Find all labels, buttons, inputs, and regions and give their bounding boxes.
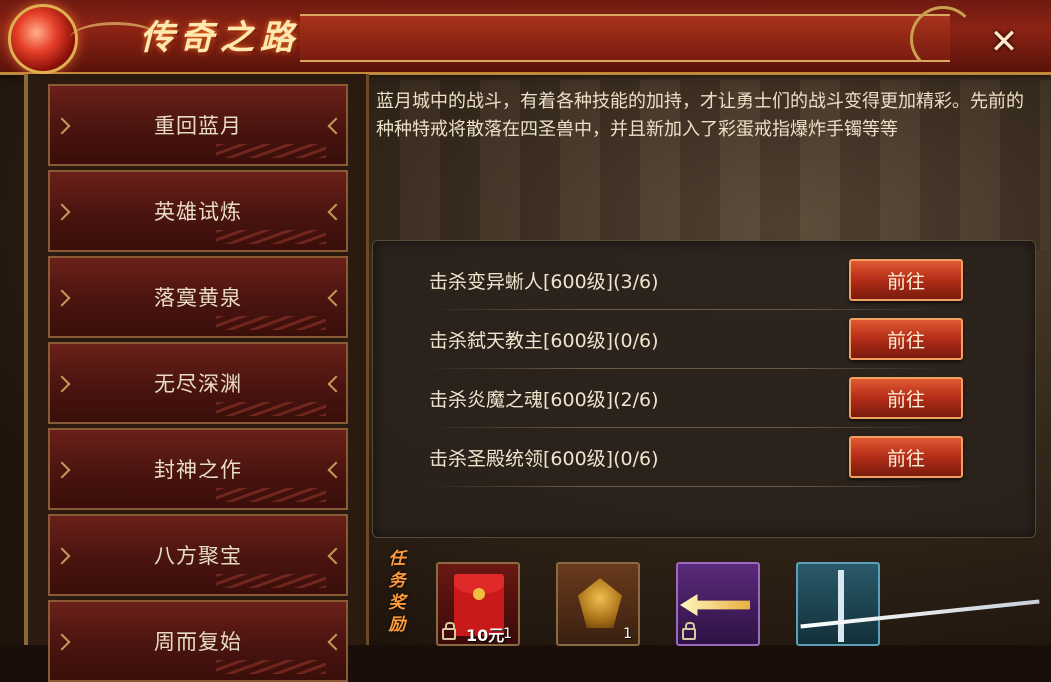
- lock-icon: [442, 622, 456, 640]
- go-button[interactable]: 前往: [849, 318, 963, 360]
- menu-item-label: 重回蓝月: [154, 114, 242, 138]
- task-row: 击杀炎魔之魂[600级](2/6) 前往: [373, 373, 1035, 431]
- divider: [423, 427, 943, 428]
- menu-item-label: 无尽深渊: [154, 372, 242, 396]
- reward-slot-staff[interactable]: [796, 562, 880, 646]
- reward-amount: 10元: [466, 626, 505, 645]
- menu-item-label: 封神之作: [154, 458, 242, 482]
- scroll-ornament-icon: [910, 6, 976, 72]
- reward-count: 1: [623, 626, 632, 642]
- quest-description: 蓝月城中的战斗，有着各种技能的加持，才让勇士们的战斗变得更加精彩。先前的种种特戒…: [376, 91, 1024, 140]
- title-bar: 传奇之路 ✕: [0, 0, 1051, 75]
- task-label: 击杀弑天教主[600级](0/6): [429, 330, 659, 352]
- reward-slot-golden-arrow[interactable]: [676, 562, 760, 646]
- menu-item-zhouer-fushi[interactable]: 周而复始: [48, 600, 348, 682]
- staff-icon: [838, 570, 844, 642]
- menu-item-luomo-huangquan[interactable]: 落寞黄泉: [48, 256, 348, 338]
- window-title: 传奇之路: [140, 18, 300, 58]
- reward-slot-golden-beast[interactable]: 1: [556, 562, 640, 646]
- title-band: [300, 14, 950, 62]
- task-label: 击杀圣殿统领[600级](0/6): [429, 448, 659, 470]
- task-panel: 击杀变异蜥人[600级](3/6) 前往 击杀弑天教主[600级](0/6) 前…: [372, 240, 1036, 538]
- menu-item-yingxiong-shilian[interactable]: 英雄试炼: [48, 170, 348, 252]
- menu-item-chonghui-lanyue[interactable]: 重回蓝月: [48, 84, 348, 166]
- divider: [423, 309, 943, 310]
- menu-item-label: 八方聚宝: [154, 544, 242, 568]
- golden-arrow-icon: [680, 594, 750, 616]
- go-button[interactable]: 前往: [849, 436, 963, 478]
- dragon-emblem-icon: [8, 4, 78, 74]
- go-button[interactable]: 前往: [849, 259, 963, 301]
- menu-item-label: 周而复始: [154, 630, 242, 654]
- menu-item-bafang-jubao[interactable]: 八方聚宝: [48, 514, 348, 596]
- task-label: 击杀炎魔之魂[600级](2/6): [429, 389, 659, 411]
- go-button[interactable]: 前往: [849, 377, 963, 419]
- task-row: 击杀变异蜥人[600级](3/6) 前往: [373, 255, 1035, 313]
- task-row: 击杀弑天教主[600级](0/6) 前往: [373, 314, 1035, 372]
- divider: [423, 486, 943, 487]
- close-button[interactable]: ✕: [980, 20, 1028, 64]
- menu-item-label: 落寞黄泉: [154, 286, 242, 310]
- task-row: 击杀圣殿统领[600级](0/6) 前往: [373, 432, 1035, 490]
- golden-beast-icon: [578, 578, 622, 628]
- reward-slot-red-envelope[interactable]: 10元 1: [436, 562, 520, 646]
- reward-label: 任务奖励: [388, 549, 406, 635]
- menu-item-label: 英雄试炼: [154, 200, 242, 224]
- task-label: 击杀变异蜥人[600级](3/6): [429, 271, 659, 293]
- menu-item-fengshen-zhizuo[interactable]: 封神之作: [48, 428, 348, 510]
- divider: [423, 368, 943, 369]
- lock-icon: [682, 622, 696, 640]
- menu-item-wujin-shenyuan[interactable]: 无尽深渊: [48, 342, 348, 424]
- reward-count: 1: [503, 626, 512, 642]
